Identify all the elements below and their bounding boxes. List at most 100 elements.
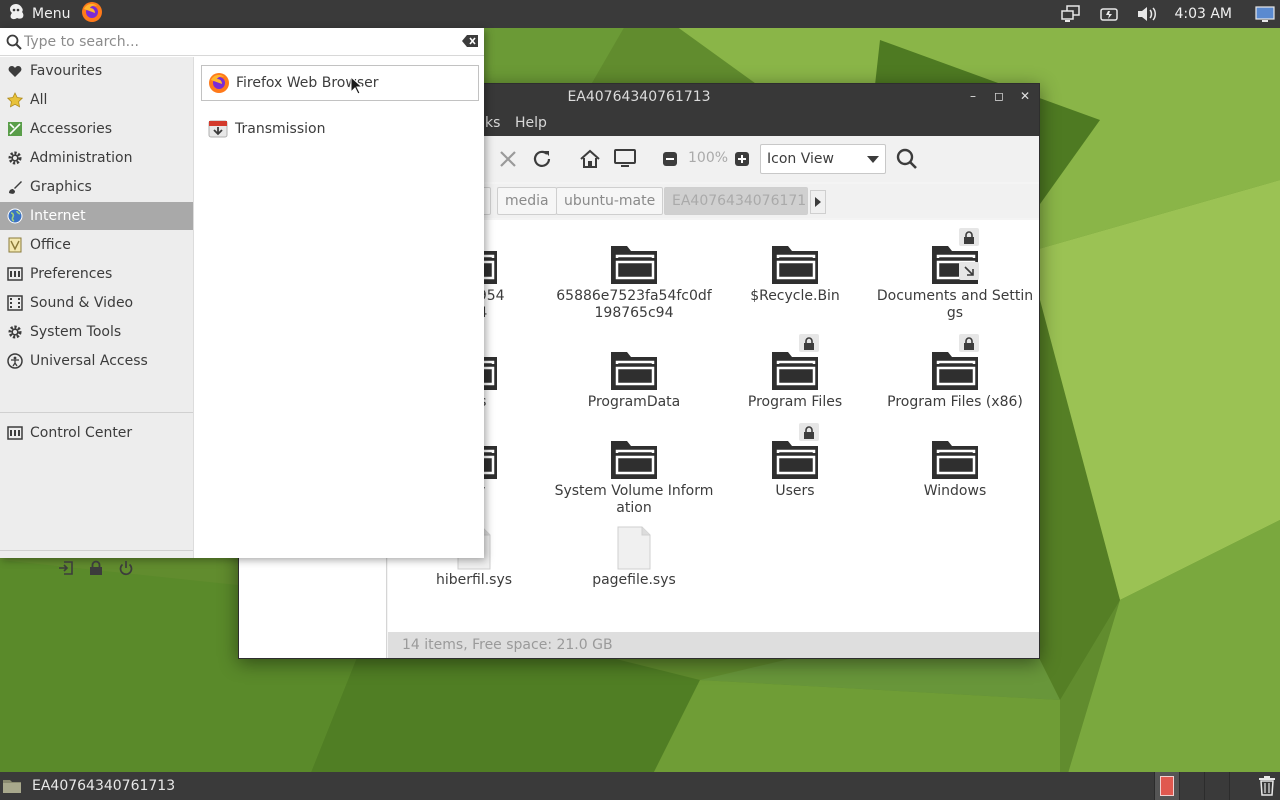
folder-icon (554, 228, 714, 286)
menu-help[interactable]: Help (515, 115, 547, 131)
globe-icon (0, 202, 30, 230)
item-name: Program Files (747, 394, 843, 410)
lock-emblem-icon (799, 334, 819, 352)
taskbar-label: EA40764340761713 (32, 778, 176, 794)
category-internet[interactable]: Internet (0, 202, 193, 230)
workspace-2[interactable] (1179, 772, 1204, 800)
control-center-item[interactable]: Control Center (0, 419, 193, 447)
folder-item[interactable]: Documents and Settings (875, 228, 1035, 322)
lock-icon[interactable] (85, 557, 107, 579)
item-name: Windows (923, 483, 987, 499)
search-icon[interactable] (894, 146, 920, 172)
office-icon (0, 231, 30, 259)
logout-icon[interactable] (55, 557, 77, 579)
category-preferences[interactable]: Preferences (0, 260, 193, 288)
file-item[interactable]: pagefile.sys (554, 512, 714, 589)
category-favourites[interactable]: Favourites (0, 57, 193, 85)
system-tray: 4:03 AM (1052, 0, 1280, 28)
category-system-tools[interactable]: System Tools (0, 318, 193, 346)
view-mode-select[interactable]: Icon View (760, 144, 886, 174)
preferences-icon (0, 260, 30, 288)
zoom-in-icon[interactable] (729, 146, 755, 172)
zoom-level[interactable]: 100% (688, 150, 728, 166)
computer-icon[interactable] (612, 146, 638, 172)
workspace-1[interactable] (1154, 772, 1179, 800)
stop-icon[interactable] (495, 146, 521, 172)
category-graphics[interactable]: Graphics (0, 173, 193, 201)
path-crumb-current[interactable]: EA40764340761713 (664, 187, 808, 215)
mate-logo-icon (6, 2, 26, 26)
power-icon[interactable] (115, 557, 137, 579)
path-next-button[interactable] (810, 190, 826, 214)
folder-item[interactable]: Users (715, 423, 875, 500)
category-all[interactable]: All (0, 86, 193, 114)
reload-icon[interactable] (529, 146, 555, 172)
category-universal-access[interactable]: Universal Access (0, 347, 193, 375)
workspace-3[interactable] (1204, 772, 1229, 800)
item-name: pagefile.sys (592, 572, 676, 588)
search-bar (0, 28, 484, 56)
search-icon (6, 34, 22, 54)
footer-separator (0, 550, 193, 551)
item-name: 65886e7523fa54fc0df198765c94 (556, 288, 712, 321)
folder-icon (875, 228, 1035, 286)
mouse-cursor-icon (350, 76, 364, 95)
clock[interactable]: 4:03 AM (1166, 6, 1250, 22)
volume-icon[interactable] (1128, 0, 1166, 28)
home-icon[interactable] (577, 146, 603, 172)
status-bar: 14 items, Free space: 21.0 GB (388, 632, 1039, 658)
firefox-launcher[interactable] (80, 2, 104, 26)
clear-search-icon[interactable] (461, 34, 479, 52)
accessibility-icon (0, 347, 30, 375)
gear-icon (0, 144, 30, 172)
search-input[interactable] (24, 31, 454, 53)
category-list: Favourites All Accessories Administratio… (0, 57, 194, 576)
category-accessories[interactable]: Accessories (0, 115, 193, 143)
category-administration[interactable]: Administration (0, 144, 193, 172)
battery-icon[interactable] (1090, 0, 1128, 28)
workspace-4[interactable] (1229, 772, 1254, 800)
folder-item[interactable]: ProgramData (554, 334, 714, 411)
folder-item[interactable]: $Recycle.Bin (715, 228, 875, 305)
close-button[interactable]: ✕ (1017, 87, 1033, 105)
category-sound-video[interactable]: Sound & Video (0, 289, 193, 317)
category-office[interactable]: Office (0, 231, 193, 259)
zoom-out-icon[interactable] (657, 146, 683, 172)
app-firefox[interactable]: Firefox Web Browser (201, 65, 479, 101)
minimize-button[interactable]: – (965, 87, 981, 105)
main-menu-button[interactable]: Menu (0, 0, 76, 28)
file-icon (554, 512, 714, 570)
control-center-icon (0, 419, 30, 447)
lock-emblem-icon (959, 334, 979, 352)
item-name: $Recycle.Bin (750, 288, 840, 304)
path-crumb-ubuntu-mate[interactable]: ubuntu-mate (556, 187, 664, 215)
network-icon[interactable] (1052, 0, 1090, 28)
taskbar-button-file-manager[interactable]: EA40764340761713 (0, 772, 260, 800)
folder-item[interactable]: Windows (875, 423, 1035, 500)
workspace-switcher (1154, 772, 1254, 800)
file-view[interactable]: 58dc954 b1465886e7523fa54fc0df198765c94$… (388, 220, 1039, 632)
application-list: Firefox Web Browser Transmission (195, 57, 484, 558)
view-mode-value: Icon View (767, 151, 834, 167)
path-crumb-media[interactable]: media (497, 187, 557, 215)
symlink-emblem-icon (959, 262, 979, 280)
menu-label: Menu (32, 6, 71, 22)
folder-icon (554, 334, 714, 392)
folder-item[interactable]: Program Files (715, 334, 875, 411)
item-name: hiberfil.sys (435, 572, 513, 588)
app-transmission[interactable]: Transmission (201, 111, 479, 147)
firefox-icon (202, 65, 236, 101)
folder-icon (875, 334, 1035, 392)
menu-bookmarks[interactable]: ks (485, 115, 500, 131)
folder-item[interactable]: System Volume Information (554, 423, 714, 517)
folder-item[interactable]: 65886e7523fa54fc0df198765c94 (554, 228, 714, 322)
show-desktop-icon[interactable] (1250, 0, 1280, 28)
folder-item[interactable]: Program Files (x86) (875, 334, 1035, 411)
application-menu: Favourites All Accessories Administratio… (0, 28, 484, 576)
item-name: ProgramData (587, 394, 681, 410)
trash-icon[interactable] (1254, 772, 1280, 800)
heart-icon (0, 57, 30, 85)
item-name: Documents and Settings (876, 288, 1034, 321)
folder-icon (875, 423, 1035, 481)
maximize-button[interactable]: ◻ (991, 87, 1007, 105)
